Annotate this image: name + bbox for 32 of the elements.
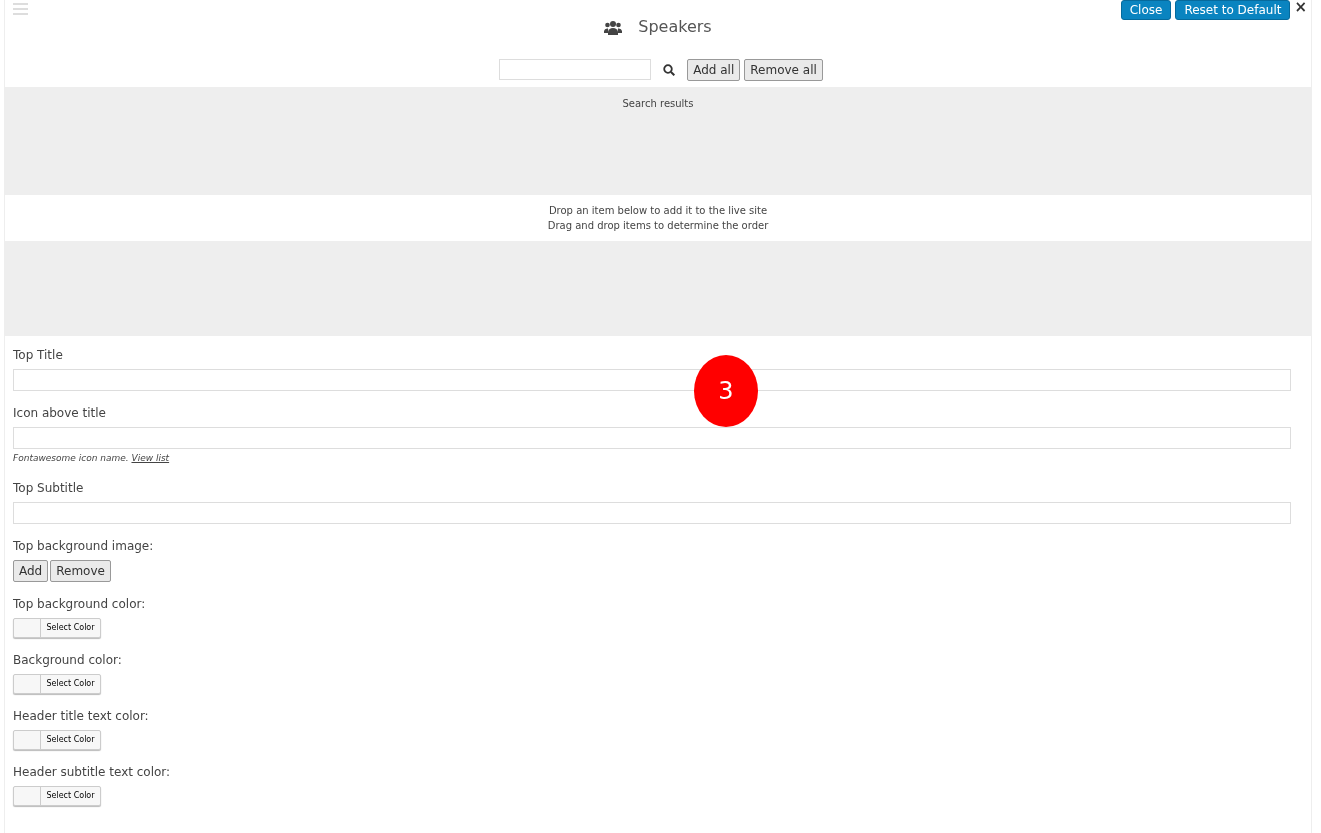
header-button[interactable]: Close [1120, 0, 1172, 20]
search-action-button[interactable]: Remove all [744, 58, 823, 81]
header-button[interactable]: Reset to Default [1175, 0, 1291, 20]
image-button[interactable]: Add [13, 559, 49, 582]
field-label: Top background color: [13, 595, 147, 613]
search-field[interactable] [499, 59, 652, 80]
step-number-badge: 3 [694, 355, 758, 427]
image-button[interactable]: Remove [50, 559, 111, 582]
hint-text: Drop an item below to add it to the live site [547, 204, 769, 218]
menu-icon[interactable] [13, 3, 28, 15]
field-label: Top Title [13, 347, 64, 364]
close-button[interactable]: × [1294, 0, 1307, 14]
text-field[interactable] [13, 501, 1291, 524]
search-action-button[interactable]: Add all [687, 58, 741, 81]
color-picker-button[interactable]: Select Color [13, 785, 101, 806]
help-text: Fontawesome icon name. View list [13, 452, 171, 465]
panel-title: Speakers [638, 16, 712, 38]
field-label: Top background image: [13, 537, 155, 555]
text-field[interactable] [13, 427, 1291, 449]
hint-text: Drag and drop items to determine the order [546, 219, 770, 233]
field-label: Icon above title [13, 405, 107, 422]
field-label: Top Subtitle [13, 479, 85, 497]
field-label: Header subtitle text color: [13, 763, 172, 781]
users-icon [604, 19, 623, 35]
search-icon[interactable] [663, 63, 676, 76]
color-picker-button[interactable]: Select Color [13, 617, 101, 638]
field-label: Background color: [13, 651, 123, 669]
color-picker-button[interactable]: Select Color [13, 673, 101, 694]
field-label: Header title text color: [13, 707, 150, 725]
results-label: Search results [621, 97, 695, 111]
view-list-link[interactable]: View list [131, 453, 170, 463]
color-picker-button[interactable]: Select Color [13, 729, 101, 750]
